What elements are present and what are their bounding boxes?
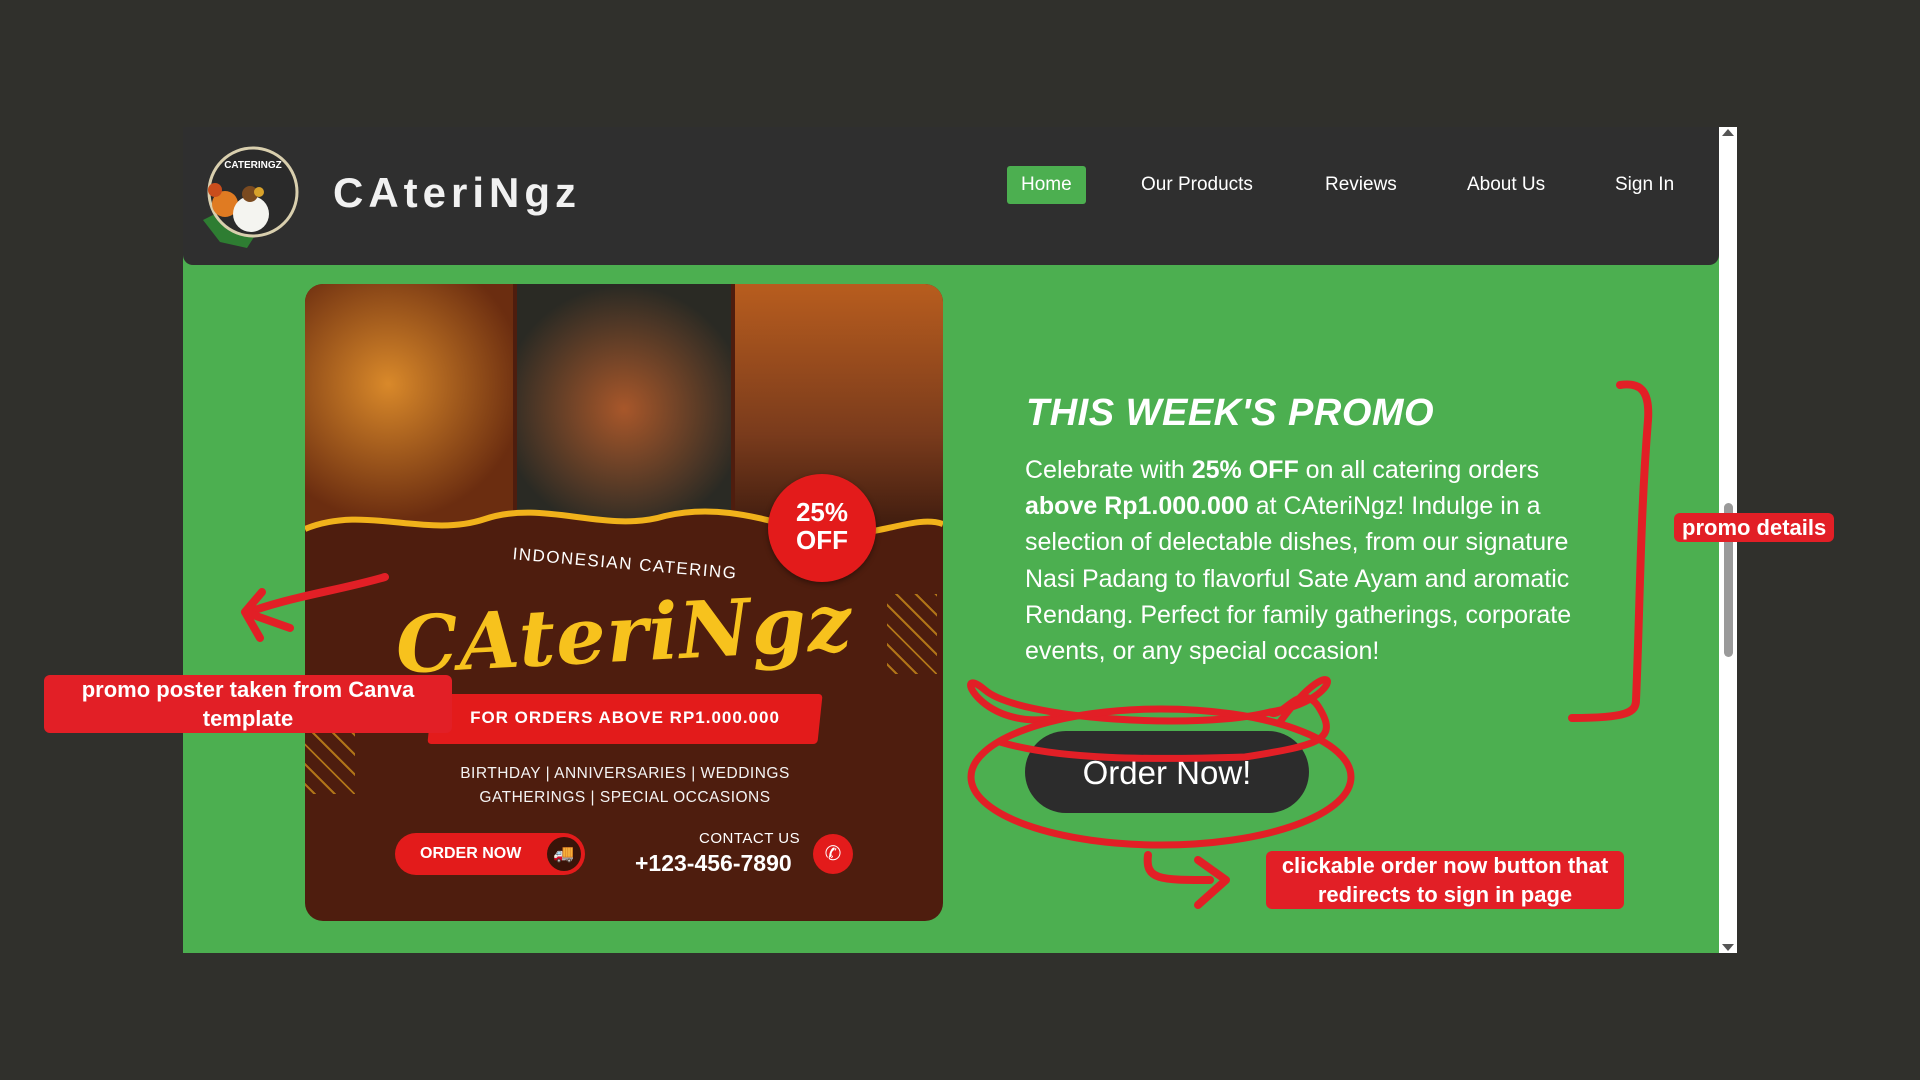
- poster-order-label: ORDER NOW: [420, 845, 522, 862]
- website-viewport: CATERINGZ CAteriNgz Home Our Products Re…: [183, 127, 1737, 953]
- annotation-button-label: clickable order now button that redirect…: [1266, 851, 1624, 909]
- nav-about-us[interactable]: About Us: [1467, 166, 1545, 204]
- phone-icon: ✆: [813, 834, 853, 874]
- nav-home[interactable]: Home: [1007, 166, 1086, 204]
- annotation-line: clickable order now button that: [1281, 853, 1609, 878]
- annotation-details-label: promo details: [1674, 513, 1835, 542]
- navbar: CATERINGZ CAteriNgz Home Our Products Re…: [183, 127, 1719, 265]
- promo-text-part: on all catering orders: [1298, 456, 1540, 484]
- scroll-up-arrow-icon[interactable]: [1722, 129, 1734, 136]
- site-brand[interactable]: CAteriNgz: [333, 169, 581, 217]
- poster-occasions-line: BIRTHDAY | ANNIVERSARIES | WEDDINGS: [460, 765, 790, 782]
- annotation-poster-label: promo poster taken from Canva template: [44, 675, 452, 733]
- discount-percent: 25%: [795, 497, 849, 527]
- nav-our-products[interactable]: Our Products: [1141, 166, 1253, 204]
- caterin-gz-logo: CATERINGZ: [203, 146, 299, 248]
- annotation-line: promo poster taken from Canva: [81, 677, 415, 702]
- promo-poster: 25% OFF INDONESIAN CATERING CAteriNgz FO…: [305, 284, 943, 921]
- poster-occasions: BIRTHDAY | ANNIVERSARIES | WEDDINGS GATH…: [425, 762, 825, 810]
- discount-off: OFF: [796, 525, 848, 555]
- order-now-button[interactable]: Order Now!: [1025, 731, 1309, 813]
- discount-badge: 25% OFF: [768, 474, 876, 582]
- scroll-down-arrow-icon[interactable]: [1722, 944, 1734, 951]
- delivery-truck-icon: 🚚: [547, 837, 581, 871]
- poster-occasions-line: GATHERINGS | SPECIAL OCCASIONS: [479, 789, 771, 806]
- logo-text: CATERINGZ: [224, 160, 282, 171]
- nav-reviews[interactable]: Reviews: [1325, 166, 1397, 204]
- annotation-line: redirects to sign in page: [1317, 882, 1573, 907]
- promo-title: THIS WEEK'S PROMO: [1026, 392, 1435, 434]
- poster-contact-label: CONTACT US: [699, 830, 801, 847]
- annotation-line: template: [202, 706, 294, 731]
- poster-phone-number: +123-456-7890: [635, 850, 792, 876]
- promo-description: Celebrate with 25% OFF on all catering o…: [1025, 452, 1605, 669]
- promo-text-part: Celebrate with: [1025, 456, 1192, 484]
- poster-strip-text: FOR ORDERS ABOVE RP1.000.000: [470, 708, 780, 727]
- poster-order-now-graphic: ORDER NOW 🚚: [395, 833, 585, 875]
- nav-sign-in[interactable]: Sign In: [1615, 166, 1674, 204]
- promo-discount-highlight: 25% OFF: [1191, 456, 1299, 484]
- promo-threshold-highlight: above Rp1.000.000: [1025, 492, 1249, 521]
